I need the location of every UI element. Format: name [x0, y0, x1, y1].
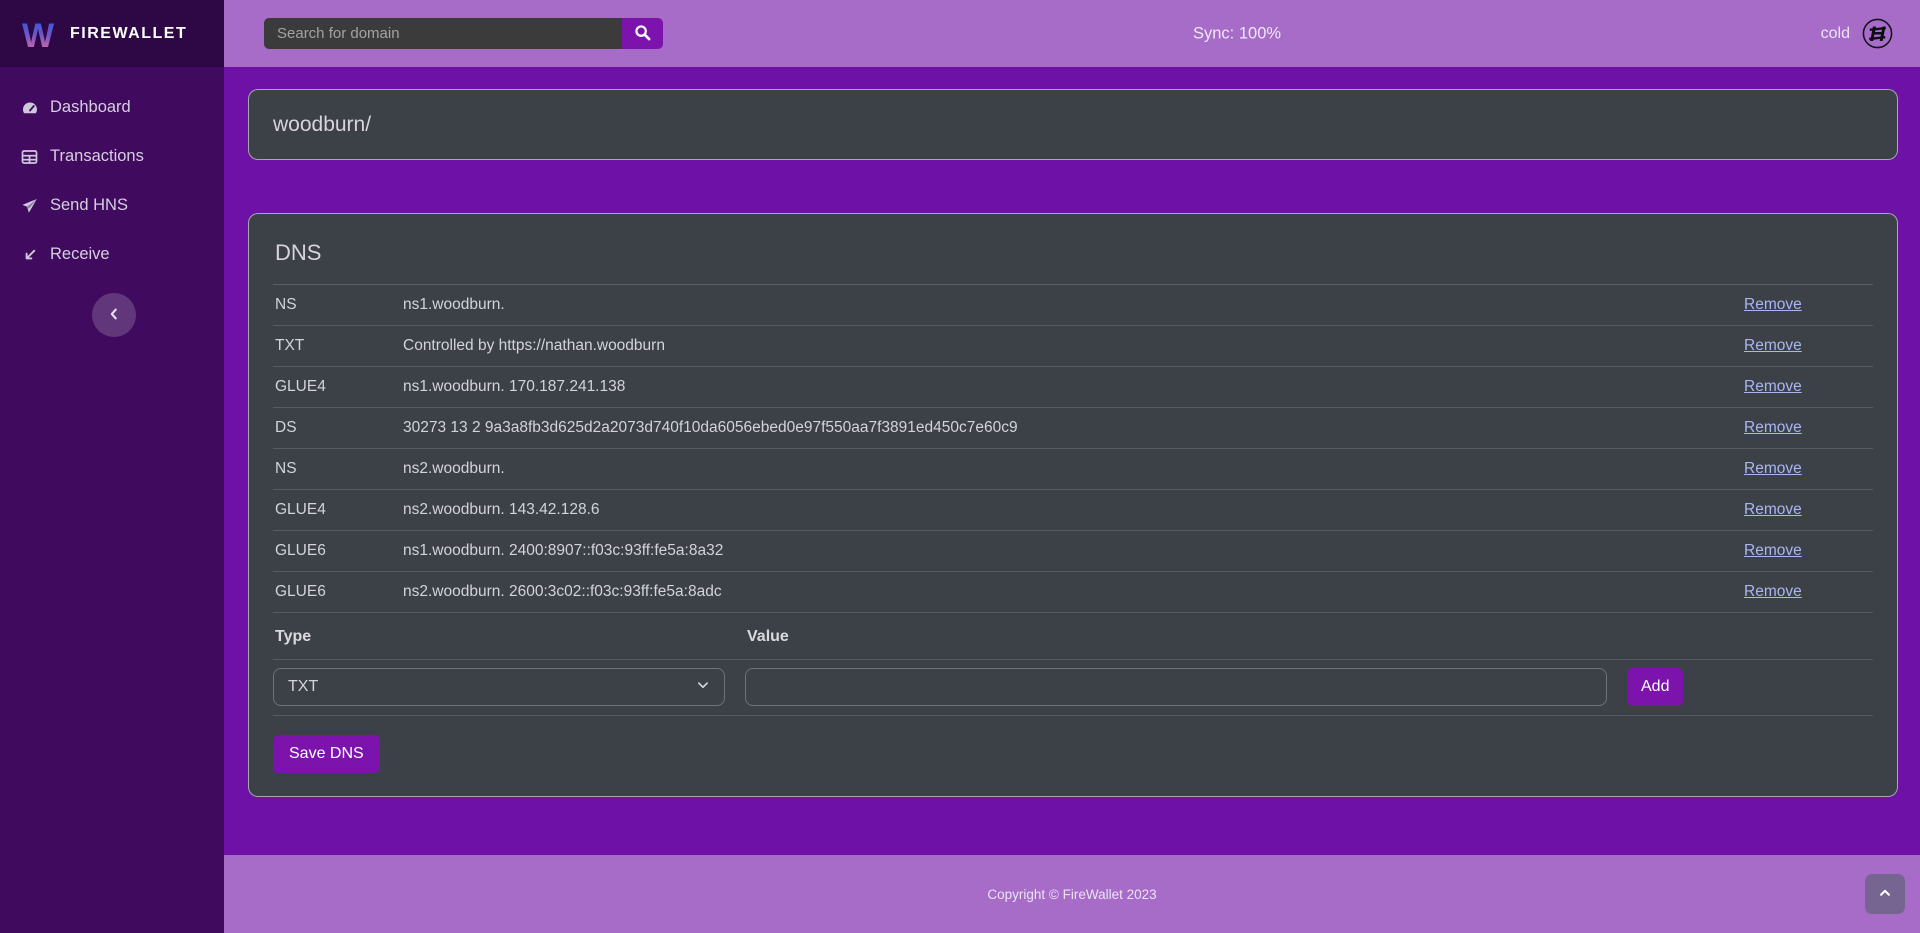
dns-record-row: DS 30273 13 2 9a3a8fb3d625d2a2073d740f10… [273, 408, 1873, 449]
sidebar-item-send-hns[interactable]: Send HNS [0, 181, 224, 230]
record-type: GLUE6 [273, 531, 401, 572]
record-type: GLUE4 [273, 367, 401, 408]
sidebar-item-transactions[interactable]: Transactions [0, 132, 224, 181]
scroll-to-top-button[interactable] [1865, 874, 1905, 914]
dns-record-row: GLUE6 ns2.woodburn. 2600:3c02::f03c:93ff… [273, 572, 1873, 613]
add-record-button[interactable]: Add [1627, 668, 1683, 706]
record-type: NS [273, 285, 401, 326]
firewallet-logo-icon: W [18, 14, 58, 54]
record-value: ns2.woodburn. 143.42.128.6 [401, 490, 1742, 531]
record-value: ns2.woodburn. 2600:3c02::f03c:93ff:fe5a:… [401, 572, 1742, 613]
domain-search-input[interactable] [264, 18, 622, 49]
sync-status: Sync: 100% [1193, 24, 1281, 43]
dns-record-row: GLUE4 ns1.woodburn. 170.187.241.138 Remo… [273, 367, 1873, 408]
topbar: Sync: 100% cold H [224, 0, 1920, 67]
record-type: GLUE6 [273, 572, 401, 613]
arrow-down-left-icon [20, 246, 39, 263]
remove-record-link[interactable]: Remove [1744, 583, 1802, 600]
sidebar-item-label: Receive [50, 245, 110, 264]
chevron-down-icon [696, 678, 710, 697]
dns-form-headers: Type Value [273, 613, 1873, 660]
record-type: DS [273, 408, 401, 449]
handshake-logo-icon: H [1861, 17, 1894, 50]
copyright-text: Copyright © FireWallet 2023 [987, 887, 1156, 902]
record-type-select[interactable]: TXT [273, 668, 725, 706]
dns-card-title: DNS [275, 240, 1873, 266]
record-value: 30273 13 2 9a3a8fb3d625d2a2073d740f10da6… [401, 408, 1742, 449]
table-icon [20, 148, 39, 165]
app-logo: W FIREWALLET [0, 0, 224, 67]
svg-text:W: W [22, 17, 55, 54]
search-button[interactable] [622, 18, 663, 49]
record-value: Controlled by https://nathan.woodburn [401, 326, 1742, 367]
paper-plane-icon [20, 197, 39, 214]
sidebar-collapse-button[interactable] [92, 293, 136, 337]
remove-record-link[interactable]: Remove [1744, 460, 1802, 477]
dns-card: DNS NS ns1.woodburn. Remove TXT Controll… [248, 213, 1898, 797]
firewallet-app: W FIREWALLET Dashboard [0, 0, 1920, 933]
dns-form-row: TXT Add [273, 660, 1873, 716]
dns-record-row: GLUE6 ns1.woodburn. 2400:8907::f03c:93ff… [273, 531, 1873, 572]
remove-record-link[interactable]: Remove [1744, 378, 1802, 395]
record-type: NS [273, 449, 401, 490]
record-value: ns1.woodburn. 2400:8907::f03c:93ff:fe5a:… [401, 531, 1742, 572]
record-type: GLUE4 [273, 490, 401, 531]
domain-title-card: woodburn/ [248, 89, 1898, 160]
dns-record-row: TXT Controlled by https://nathan.woodbur… [273, 326, 1873, 367]
footer: Copyright © FireWallet 2023 [224, 855, 1920, 933]
app-title: FIREWALLET [70, 25, 187, 43]
chevron-left-icon [107, 307, 121, 324]
save-dns-button[interactable]: Save DNS [273, 735, 380, 773]
record-type: TXT [273, 326, 401, 367]
dns-record-row: NS ns1.woodburn. Remove [273, 285, 1873, 326]
domain-title: woodburn/ [273, 113, 371, 137]
main-content: woodburn/ DNS NS ns1.woodburn. Remove TX… [224, 67, 1920, 855]
dns-records-table: NS ns1.woodburn. Remove TXT Controlled b… [273, 284, 1873, 613]
sidebar: W FIREWALLET Dashboard [0, 0, 224, 933]
dns-record-row: GLUE4 ns2.woodburn. 143.42.128.6 Remove [273, 490, 1873, 531]
type-column-header: Type [275, 628, 727, 646]
remove-record-link[interactable]: Remove [1744, 501, 1802, 518]
record-value: ns1.woodburn. [401, 285, 1742, 326]
sidebar-nav: Dashboard Transactions [0, 67, 224, 279]
value-column-header: Value [747, 628, 1609, 646]
content-column: Sync: 100% cold H woodburn/ DNS [224, 0, 1920, 933]
gauge-icon [20, 99, 39, 116]
record-value-input[interactable] [745, 668, 1607, 706]
wallet-name: cold [1821, 25, 1850, 43]
remove-record-link[interactable]: Remove [1744, 419, 1802, 436]
svg-text:H: H [1870, 22, 1886, 46]
record-value: ns2.woodburn. [401, 449, 1742, 490]
sidebar-item-receive[interactable]: Receive [0, 230, 224, 279]
chevron-up-icon [1878, 886, 1892, 903]
dns-record-row: NS ns2.woodburn. Remove [273, 449, 1873, 490]
wallet-indicator[interactable]: cold H [1821, 17, 1894, 50]
sidebar-item-dashboard[interactable]: Dashboard [0, 83, 224, 132]
sidebar-item-label: Send HNS [50, 196, 128, 215]
remove-record-link[interactable]: Remove [1744, 337, 1802, 354]
remove-record-link[interactable]: Remove [1744, 296, 1802, 313]
search-icon [634, 24, 651, 44]
sidebar-item-label: Transactions [50, 147, 144, 166]
record-type-selected-value: TXT [288, 678, 318, 696]
domain-search [264, 18, 663, 49]
remove-record-link[interactable]: Remove [1744, 542, 1802, 559]
sidebar-item-label: Dashboard [50, 98, 131, 117]
record-value: ns1.woodburn. 170.187.241.138 [401, 367, 1742, 408]
